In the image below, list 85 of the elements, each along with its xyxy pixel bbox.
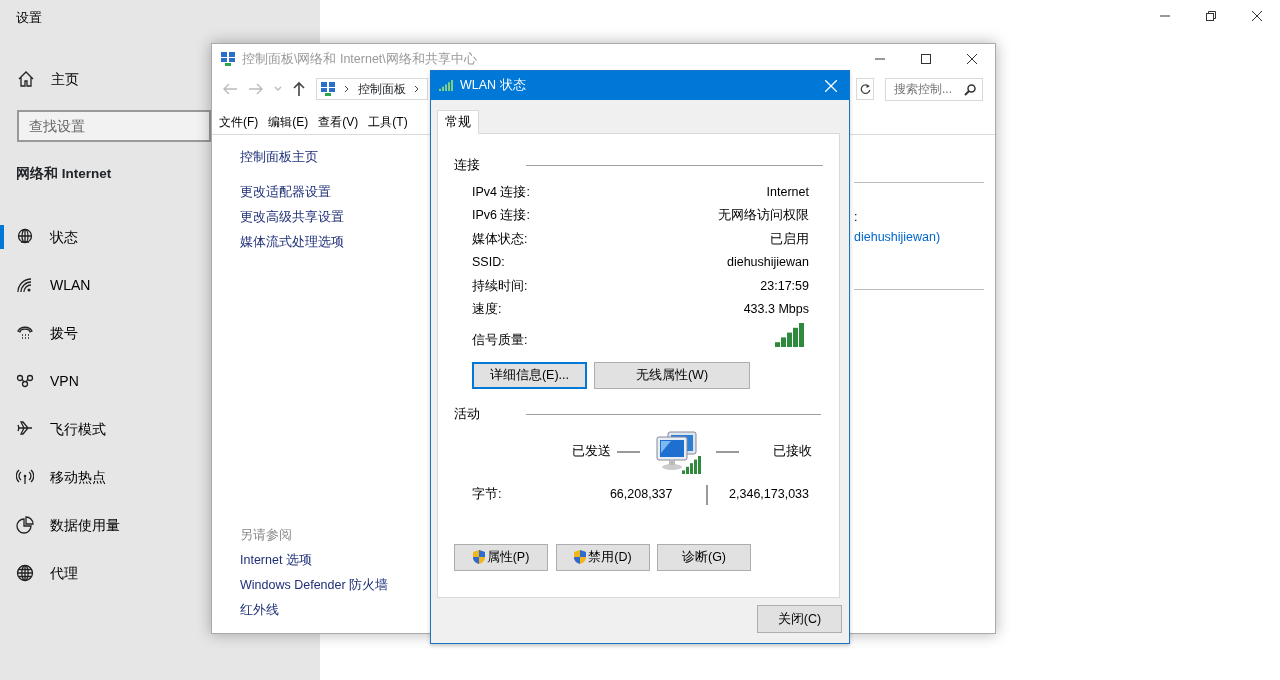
- sidebar-link[interactable]: 红外线: [240, 598, 422, 623]
- menu-item[interactable]: 查看(V): [315, 112, 362, 131]
- field-label: 媒体状态:: [472, 230, 528, 248]
- field-value: 23:17:59: [760, 277, 809, 295]
- field-label: 信号质量:: [472, 331, 528, 349]
- refresh-button[interactable]: [856, 78, 874, 100]
- sent-label: 已发送: [572, 443, 611, 461]
- field-label: 持续时间:: [472, 277, 528, 295]
- group-title: 活动: [454, 406, 480, 424]
- tab[interactable]: 常规: [437, 110, 479, 134]
- search-field[interactable]: 查找设置: [17, 110, 211, 142]
- network-icon: [320, 81, 336, 97]
- nav-item[interactable]: WLAN: [16, 273, 91, 297]
- field-value: 无网络访问权限: [718, 207, 809, 225]
- menu-item[interactable]: 文件(F): [216, 112, 262, 131]
- nav-item[interactable]: 移动热点: [16, 465, 106, 489]
- hotspot-icon: [16, 468, 34, 486]
- home-icon: [17, 70, 35, 88]
- network-computers-icon: [654, 429, 702, 474]
- address-bar[interactable]: 控制面板: [316, 78, 428, 100]
- nav-item[interactable]: 拨号: [16, 321, 78, 345]
- up-icon[interactable]: [292, 81, 306, 97]
- signal-strength-icon: [775, 323, 805, 348]
- section-title: 网络和 Internet: [16, 165, 112, 183]
- breadcrumb-item[interactable]: 控制面板: [358, 80, 406, 98]
- menu-item[interactable]: 工具(T): [365, 112, 411, 131]
- button[interactable]: 无线属性(W): [594, 362, 750, 390]
- nav-item[interactable]: 主页: [17, 67, 79, 91]
- signal-icon: [439, 80, 454, 91]
- nav-item[interactable]: 数据使用量: [16, 513, 120, 537]
- forward-icon[interactable]: [248, 82, 264, 96]
- received-label: 已接收: [773, 443, 812, 461]
- globe-icon: [16, 228, 34, 246]
- window-title: 设置: [16, 9, 42, 27]
- close-button[interactable]: 关闭(C): [757, 605, 842, 633]
- airplane-icon: [16, 420, 34, 438]
- field-value: 已启用: [770, 230, 809, 248]
- field-label: 字节:: [472, 486, 502, 504]
- field-label: IPv4 连接:: [472, 184, 530, 202]
- nav-item[interactable]: 飞行模式: [16, 417, 106, 441]
- button[interactable]: 详细信息(E)...: [472, 362, 587, 390]
- nav-item[interactable]: VPN: [16, 369, 79, 393]
- field-label: SSID:: [472, 254, 505, 272]
- see-also-heading: 另请参阅: [240, 527, 293, 544]
- nav-item[interactable]: 状态: [16, 225, 78, 249]
- button[interactable]: 诊断(G): [657, 543, 751, 571]
- button[interactable]: 禁用(D): [556, 543, 650, 571]
- chevron-icon: [414, 85, 420, 93]
- close-icon: [1252, 11, 1262, 21]
- pie-chart-icon: [16, 516, 34, 534]
- window-title: WLAN 状态: [460, 77, 526, 95]
- sidebar-link[interactable]: 更改适配器设置: [240, 180, 422, 205]
- search-icon: [964, 83, 976, 96]
- refresh-icon: [859, 83, 871, 95]
- maximize-icon: [921, 54, 931, 64]
- sidebar-link[interactable]: 更改高级共享设置: [240, 205, 422, 230]
- globe-icon: [16, 564, 34, 582]
- close-icon: [967, 54, 977, 64]
- sidebar-link[interactable]: Windows Defender 防火墙: [240, 573, 422, 598]
- window-title: 控制面板\网络和 Internet\网络和共享中心: [242, 50, 477, 68]
- chevron-icon: [344, 85, 350, 93]
- network-icon: [220, 51, 236, 67]
- network-link[interactable]: diehushijiewan): [854, 227, 941, 247]
- wifi-icon: [16, 276, 34, 294]
- dropdown-icon[interactable]: [274, 86, 282, 92]
- sidebar-link[interactable]: 媒体流式处理选项: [240, 230, 422, 255]
- back-icon[interactable]: [222, 82, 238, 96]
- close-icon: [825, 79, 837, 92]
- sidebar-link[interactable]: Internet 选项: [240, 548, 422, 573]
- button[interactable]: 属性(P): [454, 543, 548, 571]
- field-value: 2,346,173,033: [729, 486, 809, 504]
- nav-item[interactable]: 代理: [16, 561, 78, 585]
- phone-icon: [16, 324, 34, 342]
- colon-text: :: [854, 209, 858, 226]
- group-title: 连接: [454, 157, 480, 174]
- field-value: 433.3 Mbps: [743, 301, 809, 318]
- vpn-icon: [16, 372, 34, 390]
- menu-item[interactable]: 编辑(E): [265, 112, 312, 131]
- restore-icon: [1206, 11, 1216, 21]
- field-value: Internet: [766, 184, 809, 202]
- field-value: diehushijiewan: [727, 254, 809, 272]
- field-label: 速度:: [472, 301, 502, 318]
- field-value: 66,208,337: [608, 486, 673, 504]
- sidebar-link[interactable]: 控制面板主页: [240, 145, 422, 170]
- field-label: IPv6 连接:: [472, 207, 530, 225]
